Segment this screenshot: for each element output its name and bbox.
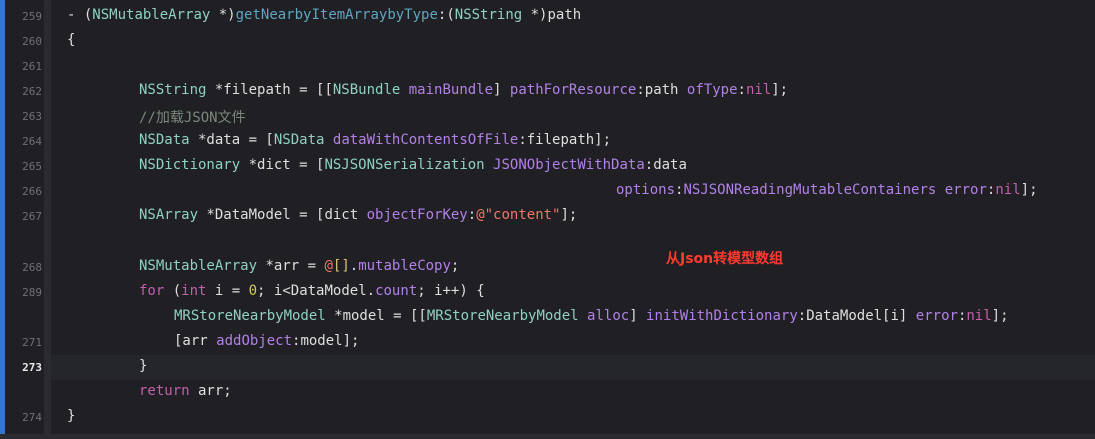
code-line-259[interactable]: - (NSMutableArray *)getNearbyItemArrayby… xyxy=(67,7,581,23)
code-line-268[interactable]: NSMutableArray *arr = @[].mutableCopy; xyxy=(139,258,459,274)
code-line-271[interactable]: [arr addObject:model]; xyxy=(174,333,359,349)
code-line-266[interactable]: options:NSJSONReadingMutableContainers e… xyxy=(616,182,1038,198)
line-number: 266 xyxy=(22,185,42,198)
line-number: 260 xyxy=(22,35,42,48)
code-line-265[interactable]: NSDictionary *dict = [NSJSONSerializatio… xyxy=(139,157,687,173)
line-number: 263 xyxy=(22,110,42,123)
code-line-return[interactable]: return arr; xyxy=(139,383,232,399)
code-line-260[interactable]: { xyxy=(67,32,75,48)
line-number: 262 xyxy=(22,85,42,98)
code-line-273[interactable]: } xyxy=(139,358,147,374)
code-line-264[interactable]: NSData *data = [NSData dataWithContentsO… xyxy=(139,132,611,148)
line-number: 265 xyxy=(22,160,42,173)
gutter-separator xyxy=(44,0,51,439)
code-comment[interactable]: //加载JSON文件 xyxy=(139,107,246,127)
current-line-highlight xyxy=(51,355,1095,380)
code-line-270[interactable]: MRStoreNearbyModel *model = [[MRStoreNea… xyxy=(174,308,1009,324)
line-number: 271 xyxy=(22,336,42,349)
line-number: 274 xyxy=(22,411,42,424)
line-number: 267 xyxy=(22,210,42,223)
line-number: 259 xyxy=(22,10,42,23)
line-number-current: 273 xyxy=(22,361,42,374)
line-number: 268 xyxy=(22,261,42,274)
line-number: 289 xyxy=(22,286,42,299)
code-line-274[interactable]: } xyxy=(67,408,75,424)
line-number: 264 xyxy=(22,135,42,148)
bottom-bar xyxy=(0,434,1095,439)
code-line-262[interactable]: NSString *filepath = [[NSBundle mainBund… xyxy=(139,82,788,98)
code-line-for[interactable]: for (int i = 0; i<DataModel.count; i++) … xyxy=(139,283,485,299)
line-number: 261 xyxy=(22,60,42,73)
annotation-label: 从Json转模型数组 xyxy=(666,251,784,267)
code-line-267[interactable]: NSArray *DataModel = [dict objectForKey:… xyxy=(139,207,577,223)
